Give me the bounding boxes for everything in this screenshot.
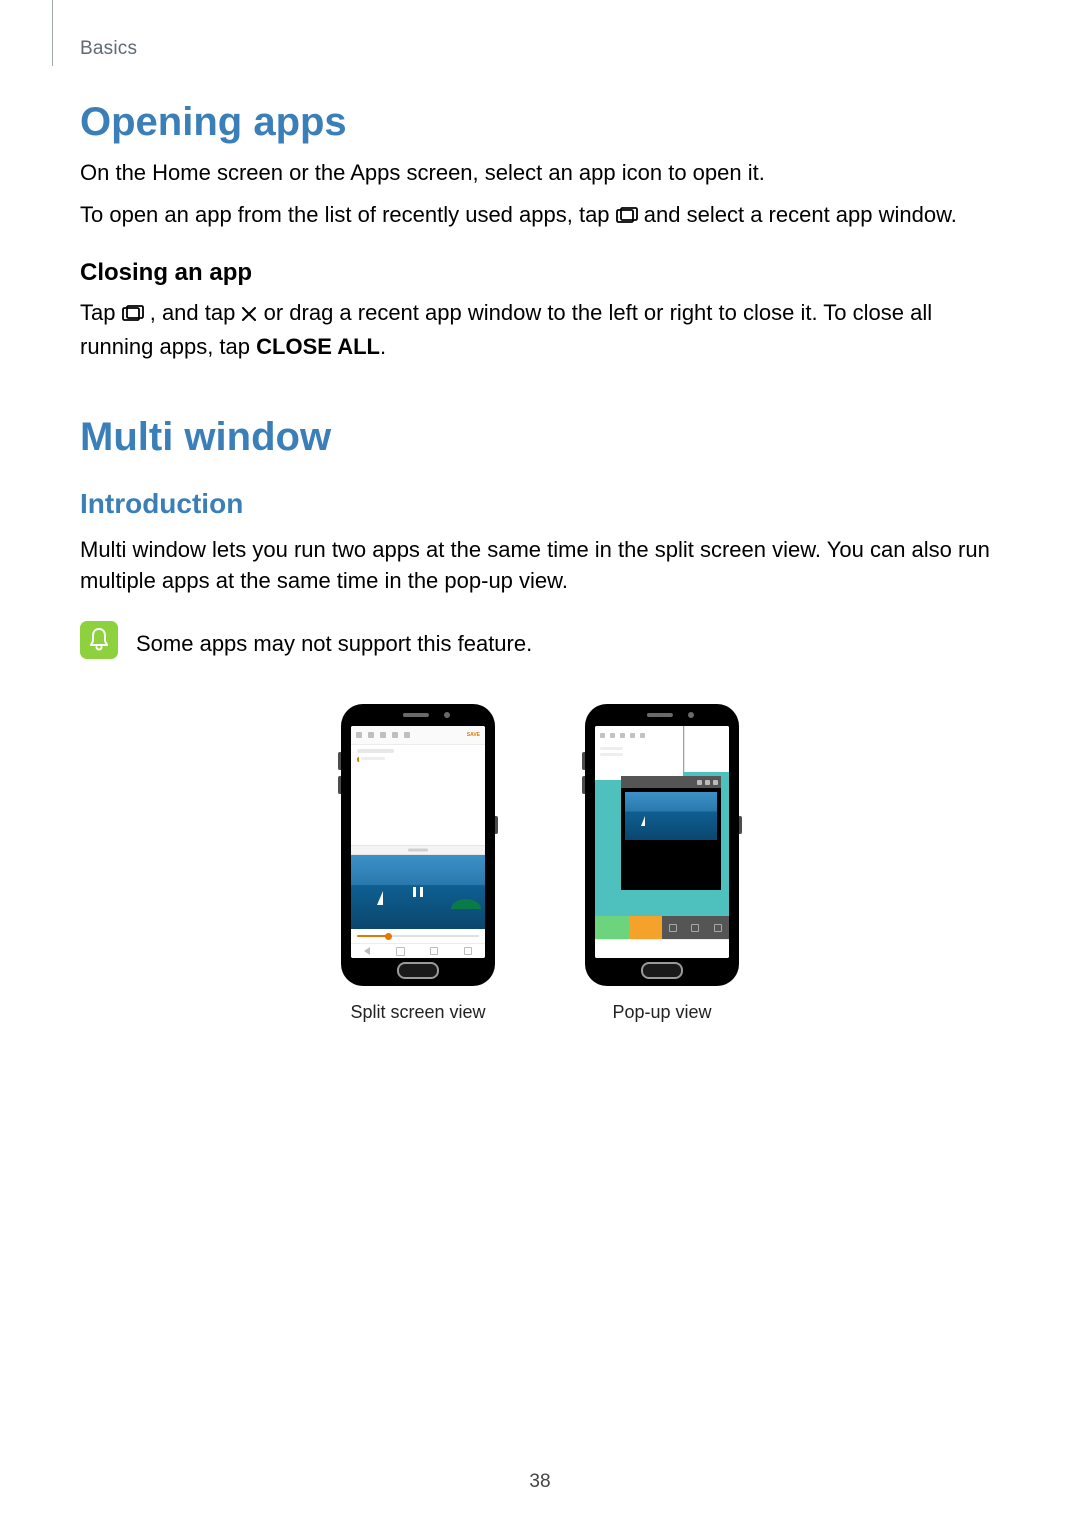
notice-bell-icon — [80, 621, 118, 659]
illustration-split-screen: SAVE — [341, 704, 495, 1023]
recents-icon — [122, 299, 144, 331]
text-fragment: , and tap — [150, 300, 242, 325]
text-fragment: To open an app from the list of recently… — [80, 202, 616, 227]
subsection-heading-introduction: Introduction — [80, 488, 1000, 520]
note-area — [595, 744, 683, 780]
note-area — [351, 745, 485, 845]
split-view-divider — [351, 845, 485, 855]
video-pane — [625, 792, 717, 840]
app-toolbar: SAVE — [351, 726, 485, 745]
recents-icon — [616, 201, 638, 233]
close-icon — [241, 299, 257, 331]
phone-mockup: SAVE — [341, 704, 495, 986]
phone-mockup — [585, 704, 739, 986]
breadcrumb: Basics — [80, 38, 137, 60]
side-card — [684, 726, 729, 772]
notice-text: Some apps may not support this feature. — [136, 621, 532, 660]
desktop-background — [595, 726, 729, 958]
system-navbar — [595, 939, 729, 958]
manual-page: Basics Opening apps On the Home screen o… — [0, 0, 1080, 1527]
body-text: On the Home screen or the Apps screen, s… — [80, 157, 1000, 189]
notice: Some apps may not support this feature. — [80, 621, 1000, 660]
text-fragment: . — [380, 334, 386, 359]
page-content: Opening apps On the Home screen or the A… — [80, 100, 1000, 1023]
body-text: To open an app from the list of recently… — [80, 199, 1000, 233]
margin-rule — [52, 0, 53, 66]
section-heading-opening-apps: Opening apps — [80, 100, 1000, 145]
phone-screen — [595, 726, 729, 958]
illustration-popup-view: Pop-up view — [585, 704, 739, 1023]
video-pane — [351, 855, 485, 929]
popup-maximize-icon — [705, 780, 710, 785]
phone-home-button — [397, 962, 439, 979]
text-fragment: Tap — [80, 300, 122, 325]
dock — [595, 916, 729, 940]
system-navbar — [351, 943, 485, 958]
body-text: Multi window lets you run two apps at th… — [80, 534, 1000, 598]
illustration-row: SAVE — [80, 704, 1000, 1023]
video-seekbar — [351, 929, 485, 943]
text-fragment: and select a recent app window. — [644, 202, 957, 227]
phone-home-button — [641, 962, 683, 979]
phone-screen: SAVE — [351, 726, 485, 958]
popup-minimize-icon — [697, 780, 702, 785]
popup-close-icon — [713, 780, 718, 785]
popup-window — [621, 776, 721, 890]
subsection-heading-closing-an-app: Closing an app — [80, 259, 1000, 287]
popup-titlebar — [621, 776, 721, 788]
illustration-caption: Pop-up view — [612, 1002, 711, 1023]
close-all-label: CLOSE ALL — [256, 334, 380, 359]
app-toolbar — [595, 726, 683, 745]
body-text: Tap , and tap or drag a recent app windo… — [80, 297, 1000, 363]
illustration-caption: Split screen view — [350, 1002, 485, 1023]
section-heading-multi-window: Multi window — [80, 415, 1000, 460]
page-number: 38 — [0, 1471, 1080, 1493]
toolbar-action: SAVE — [467, 732, 480, 738]
